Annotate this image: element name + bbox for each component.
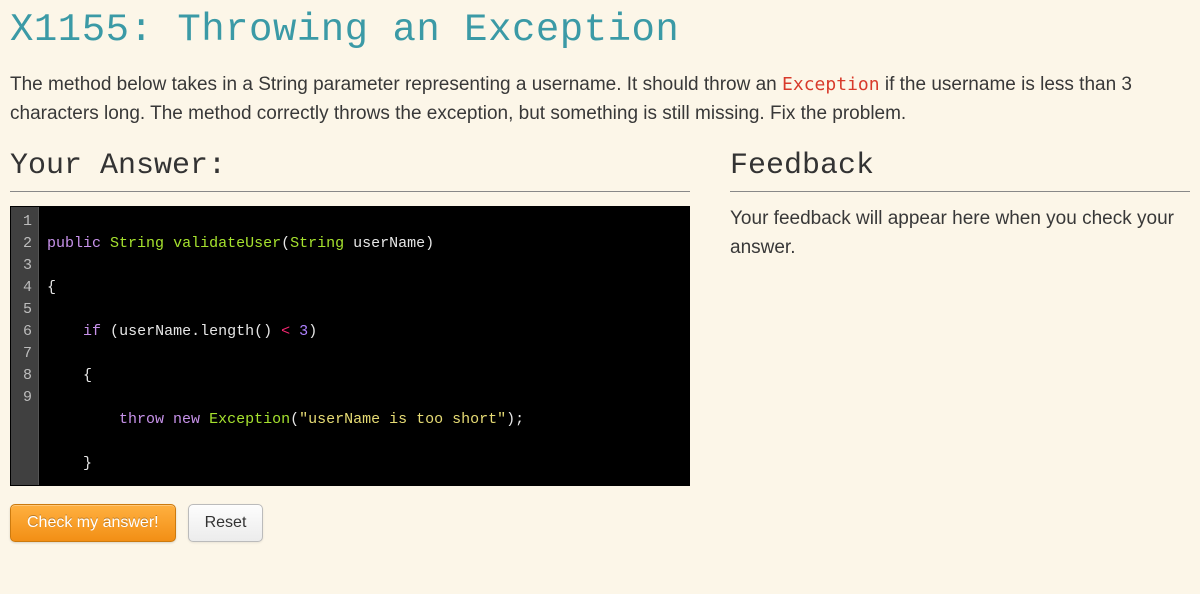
reset-button[interactable]: Reset — [188, 504, 264, 542]
code-line[interactable]: if (userName.length() < 3) — [47, 321, 681, 343]
check-answer-button[interactable]: Check my answer! — [10, 504, 176, 542]
code-line[interactable]: { — [47, 365, 681, 387]
code-line[interactable]: } — [47, 453, 681, 475]
line-number: 9 — [17, 387, 32, 409]
problem-statement: The method below takes in a String param… — [10, 70, 1190, 129]
left-column: Your Answer: 1 2 3 4 5 6 7 8 9 public St… — [10, 149, 690, 542]
line-number: 3 — [17, 255, 32, 277]
editor-gutter: 1 2 3 4 5 6 7 8 9 — [11, 207, 39, 485]
page-title: X1155: Throwing an Exception — [10, 8, 1190, 52]
code-editor[interactable]: 1 2 3 4 5 6 7 8 9 public String validate… — [10, 206, 690, 486]
problem-text-pre: The method below takes in a String param… — [10, 74, 782, 95]
right-column: Feedback Your feedback will appear here … — [730, 149, 1190, 542]
problem-code-inline: Exception — [782, 74, 880, 95]
feedback-placeholder-text: Your feedback will appear here when you … — [730, 204, 1190, 263]
line-number: 6 — [17, 321, 32, 343]
columns: Your Answer: 1 2 3 4 5 6 7 8 9 public St… — [10, 149, 1190, 542]
line-number: 2 — [17, 233, 32, 255]
line-number: 1 — [17, 211, 32, 233]
line-number: 7 — [17, 343, 32, 365]
line-number: 8 — [17, 365, 32, 387]
editor-code-area[interactable]: public String validateUser(String userNa… — [39, 207, 689, 485]
code-line[interactable]: public String validateUser(String userNa… — [47, 233, 681, 255]
your-answer-heading: Your Answer: — [10, 149, 690, 192]
line-number: 4 — [17, 277, 32, 299]
code-line[interactable]: { — [47, 277, 681, 299]
code-line[interactable]: throw new Exception("userName is too sho… — [47, 409, 681, 431]
page-root: X1155: Throwing an Exception The method … — [0, 0, 1200, 572]
button-row: Check my answer! Reset — [10, 504, 690, 542]
line-number: 5 — [17, 299, 32, 321]
feedback-heading: Feedback — [730, 149, 1190, 192]
